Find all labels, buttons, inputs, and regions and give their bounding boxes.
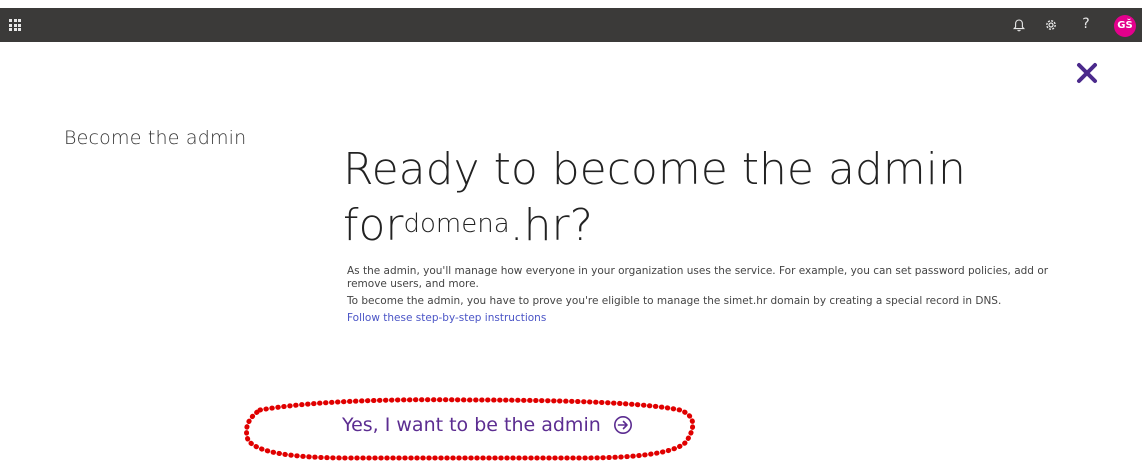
arrow-right-circle-icon [613,416,632,434]
headline-line-2: fordomena.hr? [343,198,1103,260]
gear-icon[interactable] [1043,17,1059,33]
avatar[interactable]: GŠ [1114,15,1136,37]
instructions-link[interactable]: Follow these step-by-step instructions [347,312,546,324]
headline-domain: domena [403,209,510,239]
app-launcher-icon[interactable] [9,19,21,31]
headline-for: for [343,200,404,251]
headline-suffix: .hr? [509,200,593,251]
description: As the admin, you'll manage how everyone… [347,265,1073,325]
description-paragraph-1: As the admin, you'll manage how everyone… [347,265,1049,290]
become-admin-button-label: Yes, I want to be the admin [342,414,601,436]
become-admin-button[interactable]: Yes, I want to be the admin [342,414,633,436]
top-bar: ? GŠ [0,8,1142,42]
help-icon[interactable]: ? [1078,14,1094,34]
sidebar-title: Become the admin [64,127,247,149]
page: ? GŠ Become the admin Ready to become th… [0,0,1142,461]
description-paragraph-2: To become the admin, you have to prove y… [347,295,1002,307]
close-icon[interactable] [1076,62,1098,84]
page-title: Ready to become the admin fordomena.hr? [343,142,1103,260]
headline-line-1: Ready to become the admin [343,144,966,195]
bell-icon[interactable] [1011,17,1027,33]
